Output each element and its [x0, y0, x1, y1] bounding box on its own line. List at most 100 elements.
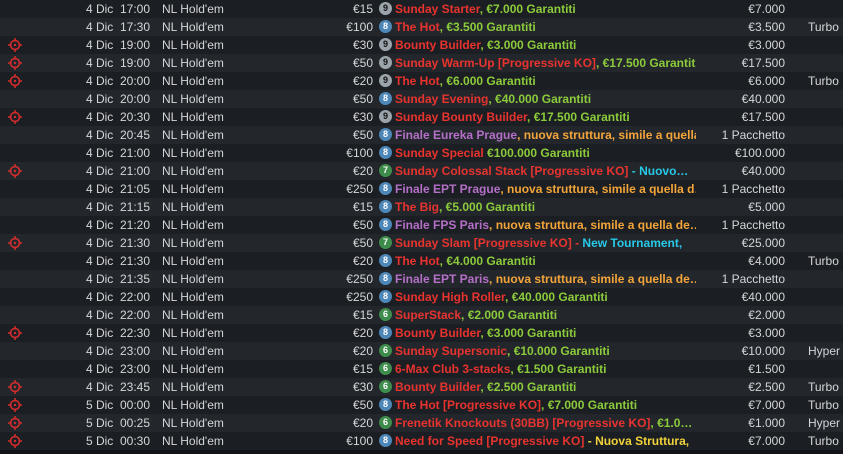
tournament-row[interactable]: 4 Dic 22:00 NL Hold'em €250 8 Sunday High Ro… — [0, 288, 843, 306]
tournament-name: Need for Speed [Progressive KO] - Nuova … — [395, 432, 696, 450]
start-day: 5 Dic — [85, 398, 114, 412]
speed: Turbo — [808, 20, 839, 34]
bounty-icon-cell — [8, 432, 24, 450]
tournament-row[interactable]: 4 Dic 20:00 NL Hold'em €50 8 Sunday Evening,… — [0, 90, 843, 108]
start-time: 23:00 — [119, 344, 150, 358]
buy-in: €30 — [352, 110, 373, 124]
target-icon — [8, 236, 22, 250]
name-segment: €17.500 Garantiti — [533, 110, 630, 124]
start-day: 4 Dic — [85, 20, 114, 34]
bounty-icon-cell — [8, 54, 24, 72]
name-segment: , — [480, 380, 488, 394]
start-day: 4 Dic — [85, 344, 114, 358]
game-type: NL Hold'em — [162, 416, 224, 430]
buy-in: €15 — [352, 200, 373, 214]
start-day: 4 Dic — [85, 128, 114, 142]
buy-in: €15 — [352, 2, 373, 16]
tournament-row[interactable]: 4 Dic 21:00 NL Hold'em €100 8 Sunday Special… — [0, 144, 843, 162]
tournament-row[interactable]: 4 Dic 23:00 NL Hold'em €20 6 Sunday Superson… — [0, 342, 843, 360]
start-time: 20:45 — [119, 128, 150, 142]
start-date: 4 Dic 17:30 — [40, 18, 150, 36]
tournament-row[interactable]: 4 Dic 23:00 NL Hold'em €15 6 6-Max Club 3-st… — [0, 360, 843, 378]
game-type: NL Hold'em — [162, 38, 224, 52]
start-time: 23:00 — [119, 362, 150, 376]
max-players-badge: 6 — [379, 362, 392, 375]
tournament-row[interactable]: 5 Dic 00:30 NL Hold'em €100 8 Need for Speed… — [0, 432, 843, 450]
tournament-name: The Hot, €4.000 Garantiti — [395, 252, 696, 270]
tournament-row[interactable]: 4 Dic 23:45 NL Hold'em €30 6 Bounty Builder,… — [0, 378, 843, 396]
tournament-row[interactable]: 4 Dic 21:30 NL Hold'em €50 7 Sunday Slam [Pr… — [0, 234, 843, 252]
prize-pool: €7.000 — [748, 398, 785, 412]
tournament-row[interactable]: 4 Dic 21:30 NL Hold'em €20 8 The Hot, €4.000… — [0, 252, 843, 270]
bounty-icon-cell — [8, 162, 24, 180]
max-players-badge: 8 — [379, 128, 392, 141]
name-segment: Sunday Colossal Stack [Progressive KO] — [395, 164, 629, 178]
start-day: 4 Dic — [85, 38, 114, 52]
name-segment: nuova struttura, simile a quella d… — [507, 182, 696, 196]
game-type: NL Hold'em — [162, 182, 224, 196]
tournament-row[interactable]: 4 Dic 20:00 NL Hold'em €20 9 The Hot, €6.000… — [0, 72, 843, 90]
name-segment: , — [480, 38, 488, 52]
start-date: 4 Dic 22:00 — [40, 306, 150, 324]
tournament-row[interactable]: 4 Dic 20:30 NL Hold'em €30 9 Sunday Bounty B… — [0, 108, 843, 126]
tournament-name: 6-Max Club 3-stacks, €1.500 Garantiti — [395, 360, 696, 378]
tournament-row[interactable]: 4 Dic 21:20 NL Hold'em €50 8 Finale FPS Pari… — [0, 216, 843, 234]
tournament-name: Finale FPS Paris, nuova struttura, simil… — [395, 216, 696, 234]
start-time: 21:30 — [119, 254, 150, 268]
buy-in: €15 — [352, 308, 373, 322]
bounty-icon-cell — [8, 360, 24, 378]
tournament-row[interactable]: 4 Dic 17:00 NL Hold'em €15 9 Sunday Starter,… — [0, 0, 843, 18]
name-segment: Sunday Slam [Progressive KO] — [395, 236, 572, 250]
max-players-badge: 8 — [379, 398, 392, 411]
tournament-name: Sunday Supersonic, €10.000 Garantiti — [395, 342, 696, 360]
tournament-row[interactable]: 4 Dic 21:05 NL Hold'em €250 8 Finale EPT Pra… — [0, 180, 843, 198]
game-type: NL Hold'em — [162, 326, 224, 340]
start-date: 4 Dic 20:45 — [40, 126, 150, 144]
tournament-row[interactable]: 4 Dic 22:00 NL Hold'em €15 6 SuperStack, €2.… — [0, 306, 843, 324]
max-players-badge: 8 — [379, 290, 392, 303]
name-segment: €2.500 Garantiti — [487, 380, 577, 394]
tournament-row[interactable]: 5 Dic 00:00 NL Hold'em €50 8 The Hot [Progre… — [0, 396, 843, 414]
bounty-icon-cell — [8, 126, 24, 144]
bounty-icon-cell — [8, 0, 24, 18]
prize-pool: 1 Pacchetto — [721, 182, 785, 196]
tournament-row[interactable]: 4 Dic 17:30 NL Hold'em €100 8 The Hot, €3.50… — [0, 18, 843, 36]
name-segment: , — [507, 344, 514, 358]
max-players-badge: 9 — [379, 38, 392, 51]
tournament-row[interactable]: 4 Dic 19:00 NL Hold'em €30 9 Bounty Builder,… — [0, 36, 843, 54]
bounty-icon-cell — [8, 198, 24, 216]
start-time: 21:05 — [119, 182, 150, 196]
start-date: 5 Dic 00:25 — [40, 414, 150, 432]
game-type: NL Hold'em — [162, 92, 224, 106]
bounty-icon-cell — [8, 342, 24, 360]
tournament-row[interactable]: 4 Dic 20:45 NL Hold'em €50 8 Finale Eureka P… — [0, 126, 843, 144]
name-segment: - — [628, 164, 640, 178]
prize-pool: €3.500 — [748, 20, 785, 34]
tournament-row[interactable]: 4 Dic 21:15 NL Hold'em €15 8 The Big, €5.000… — [0, 198, 843, 216]
start-date: 4 Dic 21:30 — [40, 252, 150, 270]
game-type: NL Hold'em — [162, 308, 224, 322]
max-players-badge: 8 — [379, 20, 392, 33]
game-type: NL Hold'em — [162, 218, 224, 232]
start-day: 4 Dic — [85, 182, 114, 196]
start-date: 5 Dic 00:30 — [40, 432, 150, 450]
name-segment: €7.000 Garantiti — [486, 2, 576, 16]
tournament-row[interactable]: 4 Dic 19:00 NL Hold'em €50 9 Sunday Warm-Up … — [0, 54, 843, 72]
target-icon — [8, 434, 22, 448]
max-players-badge: 9 — [379, 56, 392, 69]
tournament-list: 4 Dic 17:00 NL Hold'em €15 9 Sunday Starter,… — [0, 0, 843, 454]
start-time: 20:00 — [119, 74, 150, 88]
buy-in: €250 — [346, 290, 373, 304]
tournament-row[interactable]: 4 Dic 22:30 NL Hold'em €20 8 Bounty Builder,… — [0, 324, 843, 342]
start-time: 19:00 — [119, 38, 150, 52]
name-segment: €100.000 Garantiti — [487, 146, 590, 160]
prize-pool: €4.000 — [748, 254, 785, 268]
start-time: 21:30 — [119, 236, 150, 250]
buy-in: €50 — [352, 218, 373, 232]
name-segment: Nuova Struttura — [595, 434, 686, 448]
tournament-row[interactable]: 4 Dic 21:35 NL Hold'em €250 8 Finale EPT Par… — [0, 270, 843, 288]
start-time: 00:00 — [119, 398, 150, 412]
tournament-row[interactable]: 4 Dic 21:00 NL Hold'em €20 7 Sunday Colossal… — [0, 162, 843, 180]
tournament-row[interactable]: 5 Dic 00:25 NL Hold'em €20 6 Frenetik Knocko… — [0, 414, 843, 432]
game-type: NL Hold'em — [162, 434, 224, 448]
